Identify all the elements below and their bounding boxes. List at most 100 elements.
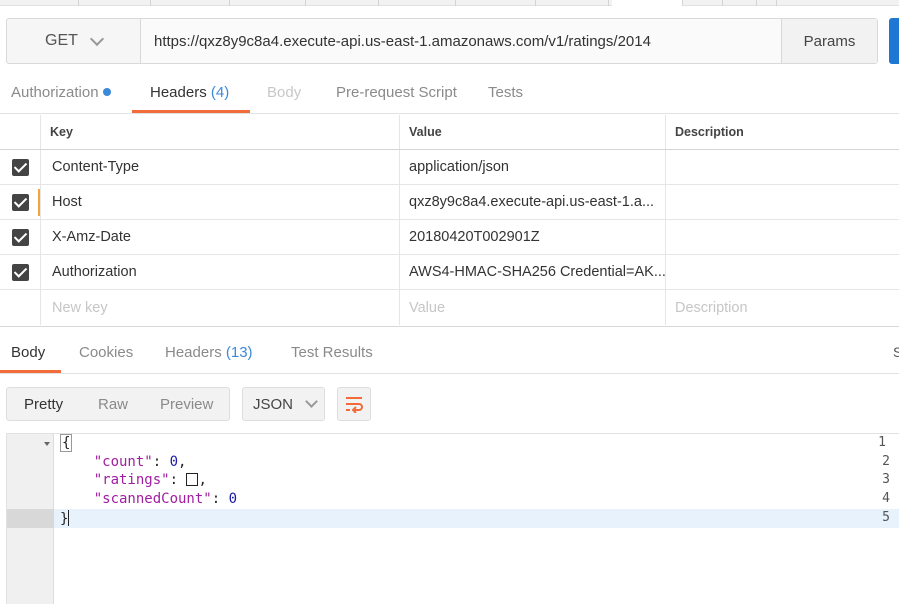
view-mode-group: Pretty Raw Preview bbox=[6, 387, 230, 421]
json-number: 0 bbox=[228, 491, 238, 507]
code-line: "scannedCount": 0 bbox=[93, 491, 238, 507]
tab-label: Headers bbox=[150, 84, 207, 101]
url-input[interactable]: https://qxz8y9c8a4.execute-api.us-east-1… bbox=[141, 19, 782, 63]
column-header-key: Key bbox=[40, 115, 399, 149]
new-value-input[interactable]: Value bbox=[399, 290, 665, 325]
tab-separator bbox=[305, 0, 306, 6]
send-button[interactable] bbox=[889, 18, 899, 64]
line-number: 4 bbox=[882, 491, 890, 506]
tab-separator bbox=[455, 0, 456, 6]
current-line-gutter bbox=[7, 509, 54, 528]
header-description-cell[interactable] bbox=[665, 185, 899, 219]
header-value-cell[interactable]: application/json bbox=[399, 150, 665, 184]
header-description-cell[interactable] bbox=[665, 255, 899, 289]
active-tab-underline bbox=[0, 370, 61, 373]
wrap-lines-button[interactable] bbox=[337, 387, 371, 421]
tab-pre-request-script[interactable]: Pre-request Script bbox=[336, 78, 457, 114]
empty-array-glyph bbox=[186, 473, 199, 486]
code-line: "ratings": , bbox=[93, 472, 207, 488]
json-number: 0 bbox=[169, 454, 179, 470]
column-header-description: Description bbox=[665, 115, 899, 149]
code-line: { bbox=[60, 434, 73, 452]
row-checkbox[interactable] bbox=[11, 158, 29, 176]
tab-separator bbox=[78, 0, 79, 6]
tab-cookies[interactable]: Cookies bbox=[79, 336, 133, 374]
tab-headers[interactable]: Headers (4) bbox=[150, 78, 229, 114]
json-open-brace: { bbox=[60, 434, 73, 452]
tab-separator bbox=[756, 0, 757, 6]
tab-separator bbox=[682, 0, 683, 6]
tab-test-results[interactable]: Test Results bbox=[291, 336, 373, 374]
table-row: Authorization AWS4-HMAC-SHA256 Credentia… bbox=[0, 255, 899, 290]
header-description-cell[interactable] bbox=[665, 220, 899, 254]
format-label: JSON bbox=[253, 395, 294, 413]
tab-separator bbox=[535, 0, 536, 6]
line-number: 3 bbox=[882, 472, 890, 487]
method-select[interactable]: GET bbox=[7, 19, 141, 63]
column-header-value: Value bbox=[399, 115, 665, 149]
line-number: 2 bbox=[882, 454, 890, 469]
new-header-row: New key Value Description bbox=[0, 290, 899, 325]
header-key-cell[interactable]: Host bbox=[40, 185, 399, 219]
header-key-cell[interactable]: Authorization bbox=[40, 255, 399, 289]
tab-label: Headers bbox=[165, 344, 222, 361]
row-checkbox[interactable] bbox=[11, 193, 29, 211]
chevron-down-icon bbox=[89, 31, 105, 46]
preview-button[interactable]: Preview bbox=[160, 396, 213, 413]
request-tab-strip bbox=[0, 0, 899, 6]
tab-authorization[interactable]: Authorization bbox=[11, 78, 111, 114]
tab-body[interactable]: Body bbox=[267, 78, 301, 114]
response-tabs: Body Cookies Headers (13) Test Results bbox=[0, 336, 899, 374]
tab-separator bbox=[776, 0, 777, 6]
header-value-cell[interactable]: qxz8y9c8a4.execute-api.us-east-1.a... bbox=[399, 185, 665, 219]
tab-separator bbox=[722, 0, 723, 6]
active-request-tab[interactable] bbox=[612, 0, 682, 6]
modified-dot-icon bbox=[102, 88, 111, 96]
tab-tests[interactable]: Tests bbox=[488, 78, 523, 114]
active-tab-underline bbox=[132, 110, 250, 113]
table-row: Host qxz8y9c8a4.execute-api.us-east-1.a.… bbox=[0, 185, 899, 220]
header-value-cell[interactable]: AWS4-HMAC-SHA256 Credential=AK... bbox=[399, 255, 665, 289]
header-key-cell[interactable]: Content-Type bbox=[40, 150, 399, 184]
tab-label: Authorization bbox=[11, 84, 99, 101]
pane-divider[interactable] bbox=[0, 326, 899, 327]
new-key-input[interactable]: New key bbox=[40, 290, 399, 325]
tab-response-body[interactable]: Body bbox=[11, 336, 45, 374]
code-line: } bbox=[60, 510, 70, 527]
tab-response-headers[interactable]: Headers (13) bbox=[165, 336, 253, 374]
raw-button[interactable]: Raw bbox=[98, 396, 128, 413]
response-headers-count-badge: (13) bbox=[225, 344, 253, 361]
header-value-cell[interactable]: 20180420T002901Z bbox=[399, 220, 665, 254]
header-description-cell[interactable] bbox=[665, 150, 899, 184]
status-label-truncated: S bbox=[893, 344, 899, 360]
params-button[interactable]: Params bbox=[782, 19, 877, 63]
json-key: "count" bbox=[93, 454, 153, 470]
line-number: 5 bbox=[882, 510, 890, 525]
table-row: X-Amz-Date 20180420T002901Z bbox=[0, 220, 899, 255]
current-line-highlight bbox=[7, 509, 899, 528]
tab-separator bbox=[229, 0, 230, 6]
table-row: Content-Type application/json bbox=[0, 150, 899, 185]
line-number: 1 bbox=[878, 435, 886, 450]
headers-count-badge: (4) bbox=[210, 84, 230, 101]
headers-table: Key Value Description Content-Type appli… bbox=[0, 115, 899, 325]
row-checkbox[interactable] bbox=[11, 263, 29, 281]
row-checkbox[interactable] bbox=[11, 228, 29, 246]
format-select[interactable]: JSON bbox=[242, 387, 325, 421]
code-line: "count": 0, bbox=[93, 454, 187, 470]
json-key: "scannedCount" bbox=[93, 491, 212, 507]
tab-separator bbox=[378, 0, 379, 6]
json-key: "ratings" bbox=[93, 472, 170, 488]
header-key-cell[interactable]: X-Amz-Date bbox=[40, 220, 399, 254]
chevron-down-icon bbox=[305, 395, 318, 408]
request-tabs: Authorization Headers (4) Body Pre-reque… bbox=[0, 78, 899, 114]
tab-separator bbox=[150, 0, 151, 6]
method-label: GET bbox=[45, 32, 78, 49]
pretty-button[interactable]: Pretty bbox=[24, 396, 63, 413]
new-description-input[interactable]: Description bbox=[665, 290, 899, 325]
fold-arrow-icon[interactable] bbox=[44, 442, 50, 446]
response-body-editor[interactable]: 1 2 3 4 5 { "count": 0, "ratings": , "sc… bbox=[6, 433, 899, 604]
tab-separator bbox=[608, 0, 609, 6]
wrap-lines-icon bbox=[346, 397, 363, 413]
table-header-row: Key Value Description bbox=[0, 115, 899, 150]
